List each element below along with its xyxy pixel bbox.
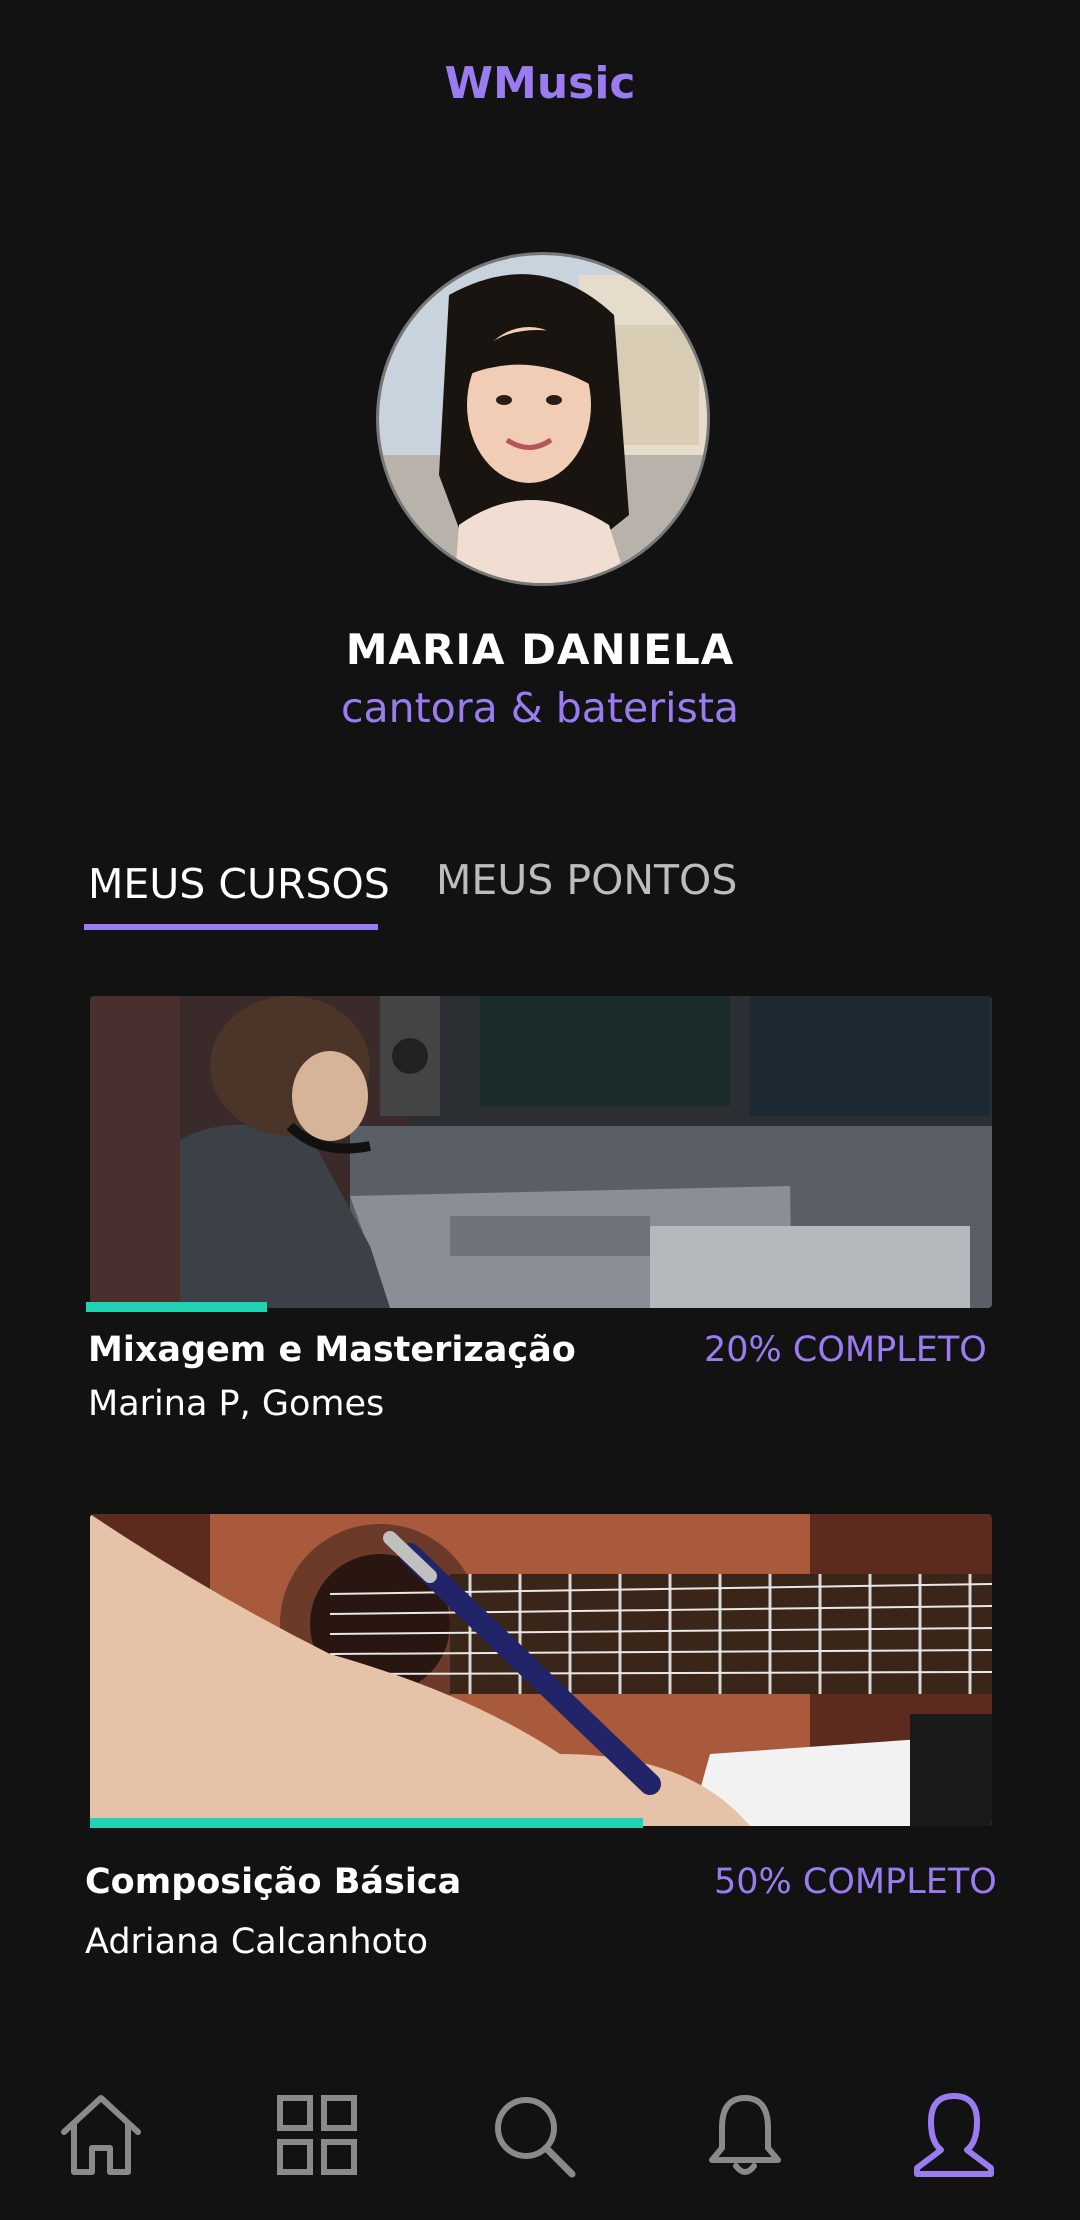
guitar-writing-photo [90,1514,992,1826]
course-status: 50% COMPLETO [714,1862,997,1902]
profile-icon[interactable] [909,2090,999,2180]
tab-meus-cursos[interactable]: MEUS CURSOS [88,860,390,908]
tab-meus-pontos[interactable]: MEUS PONTOS [436,856,737,904]
course-status: 20% COMPLETO [704,1330,987,1370]
profile-avatar[interactable] [376,252,710,586]
course-progress-fill [90,1818,643,1828]
course-progress-bar [86,1302,992,1312]
course-progress-fill [86,1302,268,1312]
course-image[interactable] [90,996,992,1308]
profile-name: MARIA DANIELA [345,625,735,674]
bell-icon[interactable] [700,2090,790,2180]
course-title[interactable]: Mixagem e Masterização [88,1330,576,1370]
search-icon[interactable] [488,2090,578,2180]
avatar-photo [379,255,707,583]
course-author: Adriana Calcanhoto [85,1922,429,1962]
active-tab-indicator [84,924,378,930]
bottom-navigation [0,2060,1080,2200]
app-title: WMusic [444,58,636,109]
mixing-console-photo [90,996,992,1308]
course-image[interactable] [90,1514,992,1826]
home-icon[interactable] [56,2090,146,2180]
course-author: Marina P, Gomes [88,1384,385,1424]
profile-role: cantora & baterista [340,684,740,732]
grid-icon[interactable] [272,2090,362,2180]
course-progress-bar [90,1818,1080,1828]
course-title[interactable]: Composição Básica [85,1862,461,1902]
